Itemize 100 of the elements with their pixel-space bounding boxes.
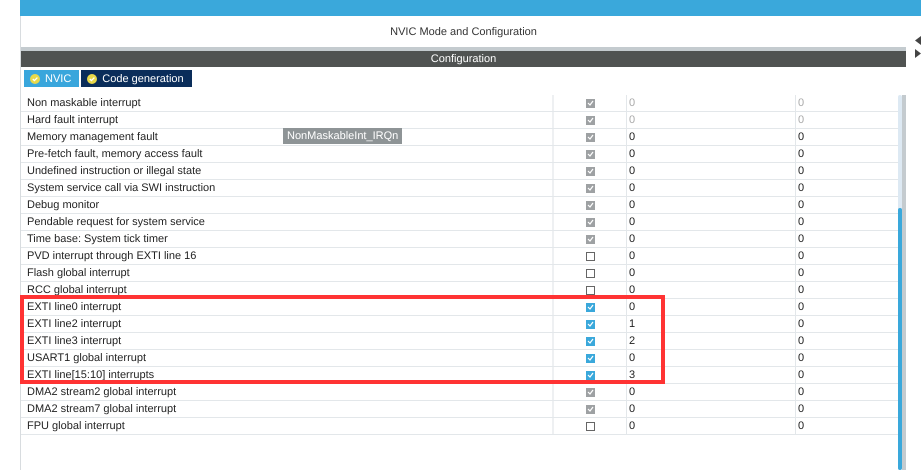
checkbox[interactable] xyxy=(586,370,594,380)
table-row[interactable]: System service call via SWI instruction 0 0 xyxy=(21,180,898,197)
checkbox[interactable] xyxy=(586,302,594,312)
check-circle-icon xyxy=(30,74,40,84)
checkbox[interactable] xyxy=(586,184,594,192)
interrupt-name: Debug monitor xyxy=(27,199,100,211)
sub-priority-cell[interactable]: 0 xyxy=(796,333,898,349)
checkbox[interactable] xyxy=(586,336,594,346)
priority-cell[interactable]: 0 xyxy=(627,401,796,417)
sub-priority-cell[interactable]: 0 xyxy=(796,214,898,230)
tab[interactable]: Code generation xyxy=(81,70,192,87)
priority-cell[interactable]: 0 xyxy=(627,231,796,247)
interrupt-name: Undefined instruction or illegal state xyxy=(27,165,202,177)
sub-priority-cell[interactable]: 0 xyxy=(796,401,898,417)
interrupt-name: Pre-fetch fault, memory access fault xyxy=(27,148,202,160)
checkbox[interactable] xyxy=(586,388,594,396)
sub-priority-cell[interactable]: 0 xyxy=(796,180,898,196)
sub-priority-cell[interactable]: 0 xyxy=(796,265,898,281)
interrupt-name: Time base: System tick timer xyxy=(27,233,168,245)
interrupt-name: System service call via SWI instruction xyxy=(27,182,216,194)
checkbox[interactable] xyxy=(586,268,594,278)
priority-cell[interactable]: 0 xyxy=(627,282,796,298)
expand-icon[interactable] xyxy=(915,49,921,58)
sub-priority-cell[interactable]: 0 xyxy=(796,129,898,145)
priority-cell[interactable]: 0 xyxy=(627,129,796,145)
priority-cell[interactable]: 1 xyxy=(627,316,796,332)
interrupt-name: DMA2 stream7 global interrupt xyxy=(27,403,176,415)
priority-cell[interactable]: 0 xyxy=(627,384,796,400)
sub-priority-cell[interactable]: 0 xyxy=(796,316,898,332)
sub-priority-cell[interactable]: 0 xyxy=(796,231,898,247)
interrupt-name: EXTI line[15:10] interrupts xyxy=(27,369,154,381)
table-row[interactable]: Non maskable interrupt 0 0 xyxy=(21,95,898,112)
priority-cell[interactable]: 0 xyxy=(627,265,796,281)
table-row[interactable]: Debug monitor 0 0 xyxy=(21,197,898,214)
sub-priority-cell[interactable]: 0 xyxy=(796,418,898,434)
table-row[interactable]: Pendable request for system service 0 0 xyxy=(21,214,898,231)
sub-priority-cell[interactable]: 0 xyxy=(796,197,898,213)
checkbox[interactable] xyxy=(586,150,594,158)
checkbox[interactable] xyxy=(586,320,594,328)
table-row[interactable]: FPU global interrupt 0 0 xyxy=(21,418,898,435)
interrupt-name: USART1 global interrupt xyxy=(27,352,146,364)
priority-cell[interactable]: 0 xyxy=(627,146,796,162)
priority-cell[interactable]: 3 xyxy=(627,367,796,383)
table-row[interactable]: PVD interrupt through EXTI line 16 0 0 xyxy=(21,248,898,265)
checkbox[interactable] xyxy=(586,132,594,142)
table-row[interactable]: EXTI line2 interrupt 1 0 xyxy=(21,316,898,333)
interrupt-name: Memory management fault xyxy=(27,131,158,143)
scrollbar[interactable] xyxy=(898,95,902,470)
priority-cell[interactable]: 0 xyxy=(627,248,796,264)
priority-cell[interactable]: 0 xyxy=(627,418,796,434)
checkbox[interactable] xyxy=(586,200,594,210)
table-row[interactable]: Pre-fetch fault, memory access fault 0 0 xyxy=(21,146,898,163)
table-row[interactable]: USART1 global interrupt 0 0 xyxy=(21,350,898,367)
interrupt-name: DMA2 stream2 global interrupt xyxy=(27,386,176,398)
interrupt-name: EXTI line0 interrupt xyxy=(27,301,122,313)
sub-priority-cell[interactable]: 0 xyxy=(796,350,898,366)
interrupt-name: EXTI line2 interrupt xyxy=(27,318,122,330)
table-row[interactable]: DMA2 stream2 global interrupt 0 0 xyxy=(21,384,898,401)
checkbox[interactable] xyxy=(586,166,594,176)
sub-priority-cell[interactable]: 0 xyxy=(796,282,898,298)
table-row[interactable]: RCC global interrupt 0 0 xyxy=(21,282,898,299)
table-row[interactable]: EXTI line[15:10] interrupts 3 0 xyxy=(21,367,898,384)
priority-cell[interactable]: 2 xyxy=(627,333,796,349)
checkbox[interactable] xyxy=(586,98,594,108)
sub-priority-cell[interactable]: 0 xyxy=(796,367,898,383)
checkbox[interactable] xyxy=(586,422,594,430)
priority-cell[interactable]: 0 xyxy=(627,197,796,213)
interrupt-name: FPU global interrupt xyxy=(27,420,125,432)
collapse-icon[interactable] xyxy=(915,36,921,45)
table-row[interactable]: EXTI line0 interrupt 0 0 xyxy=(21,299,898,316)
checkbox[interactable] xyxy=(586,234,594,244)
checkbox[interactable] xyxy=(586,286,594,294)
table-row[interactable]: DMA2 stream7 global interrupt 0 0 xyxy=(21,401,898,418)
interrupt-name: PVD interrupt through EXTI line 16 xyxy=(27,250,196,262)
checkbox[interactable] xyxy=(586,218,594,226)
priority-cell[interactable]: 0 xyxy=(627,299,796,315)
interrupt-name: Hard fault interrupt xyxy=(27,114,118,126)
sub-priority-cell[interactable]: 0 xyxy=(796,163,898,179)
checkbox[interactable] xyxy=(586,354,594,362)
sub-priority-cell[interactable]: 0 xyxy=(796,299,898,315)
check-circle-icon xyxy=(87,74,98,84)
sub-priority-cell[interactable]: 0 xyxy=(796,146,898,162)
table-row[interactable]: Undefined instruction or illegal state 0 0 xyxy=(21,163,898,180)
table-row[interactable]: EXTI line3 interrupt 2 0 xyxy=(21,333,898,350)
interrupt-name: RCC global interrupt xyxy=(27,284,127,296)
priority-cell[interactable]: 0 xyxy=(627,214,796,230)
interrupt-name: Non maskable interrupt xyxy=(27,97,141,109)
table-row[interactable]: Flash global interrupt 0 0 xyxy=(21,265,898,282)
section-title: Configuration xyxy=(430,53,496,65)
checkbox[interactable] xyxy=(586,116,594,124)
priority-cell[interactable]: 0 xyxy=(627,180,796,196)
checkbox[interactable] xyxy=(586,404,594,414)
tooltip: NonMaskableInt_IRQn xyxy=(283,128,402,144)
priority-cell[interactable]: 0 xyxy=(627,163,796,179)
checkbox[interactable] xyxy=(586,252,594,260)
sub-priority-cell[interactable]: 0 xyxy=(796,248,898,264)
interrupt-name: Flash global interrupt xyxy=(27,267,130,279)
priority-cell[interactable]: 0 xyxy=(627,350,796,366)
table-row[interactable]: Time base: System tick timer 0 0 xyxy=(21,231,898,248)
sub-priority-cell[interactable]: 0 xyxy=(796,384,898,400)
